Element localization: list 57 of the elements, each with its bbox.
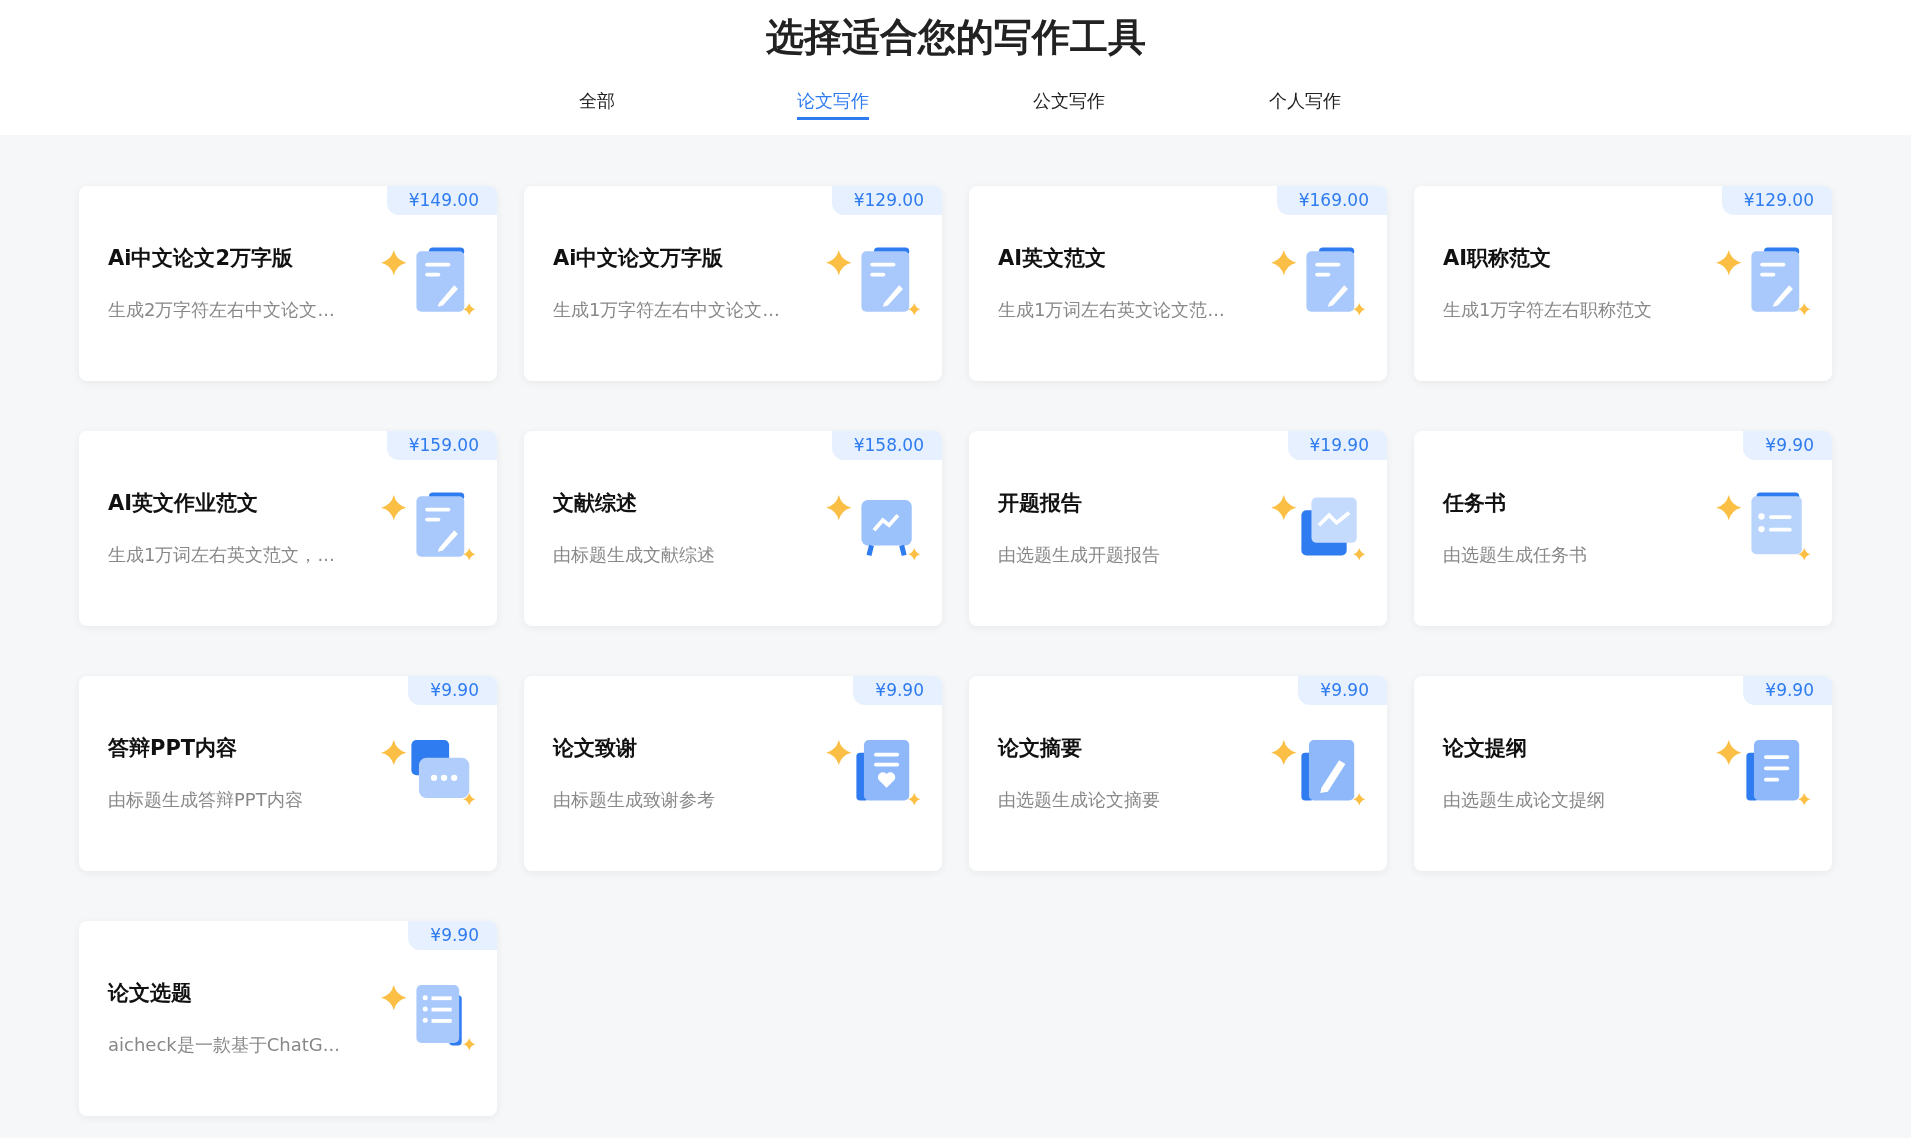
tool-card[interactable]: ¥9.90 任务书 由选题生成任务书 [1414, 431, 1832, 626]
tool-description: 生成2万字符左右中文论文... [108, 298, 336, 322]
price-tag: ¥9.90 [408, 921, 497, 950]
tool-description: 由选题生成论文提纲 [1443, 788, 1606, 812]
tool-description: 由选题生成任务书 [1443, 543, 1588, 567]
tool-name: Ai中文论文万字版 [553, 245, 725, 272]
tool-card[interactable]: ¥149.00 Ai中文论文2万字版 生成2万字符左右中文论文... [79, 186, 497, 381]
tool-description: 生成1万词左右英文论文范... [998, 298, 1226, 322]
tool-name: 开题报告 [998, 490, 1083, 517]
tool-card[interactable]: ¥158.00 文献综述 由标题生成文献综述 [524, 431, 942, 626]
price-tag: ¥9.90 [408, 676, 497, 705]
tool-description: 生成1万字符左右中文论文... [553, 298, 781, 322]
price-tag: ¥129.00 [831, 186, 942, 215]
price-tag: ¥129.00 [1721, 186, 1832, 215]
price-tag: ¥159.00 [386, 431, 497, 460]
tool-card[interactable]: ¥19.90 开题报告 由选题生成开题报告 [969, 431, 1387, 626]
tool-name: AI职称范文 [1443, 245, 1553, 272]
tool-name: AI英文作业范文 [108, 490, 260, 517]
price-tag: ¥9.90 [1298, 676, 1387, 705]
tool-card[interactable]: ¥9.90 论文致谢 由标题生成致谢参考 [524, 676, 942, 871]
price-tag: ¥169.00 [1276, 186, 1387, 215]
tool-name: Ai中文论文2万字版 [108, 245, 295, 272]
tool-name: 任务书 [1443, 490, 1507, 517]
tool-description: 由标题生成致谢参考 [553, 788, 716, 812]
tool-name: 答辩PPT内容 [108, 735, 239, 762]
tool-description: 由标题生成答辩PPT内容 [108, 788, 304, 812]
tool-description: 生成1万词左右英文范文，... [108, 543, 336, 567]
price-tag: ¥158.00 [831, 431, 942, 460]
tool-card[interactable]: ¥9.90 论文提纲 由选题生成论文提纲 [1414, 676, 1832, 871]
tool-card[interactable]: ¥159.00 AI英文作业范文 生成1万词左右英文范文，... [79, 431, 497, 626]
category-tab[interactable]: 全部 [478, 89, 715, 120]
tool-description: aicheck是一款基于ChatG... [108, 1033, 341, 1057]
tool-name: 论文选题 [108, 980, 193, 1007]
price-tag: ¥9.90 [853, 676, 942, 705]
tool-description: 由选题生成论文摘要 [998, 788, 1161, 812]
tool-description: 由选题生成开题报告 [998, 543, 1161, 567]
tool-card[interactable]: ¥9.90 论文摘要 由选题生成论文摘要 [969, 676, 1387, 871]
price-tag: ¥9.90 [1743, 676, 1832, 705]
tool-card[interactable]: ¥9.90 答辩PPT内容 由标题生成答辩PPT内容 [79, 676, 497, 871]
category-tab[interactable]: 个人写作 [1186, 89, 1423, 120]
tool-card[interactable]: ¥9.90 论文选题 aicheck是一款基于ChatG... [79, 921, 497, 1116]
tool-name: AI英文范文 [998, 245, 1108, 272]
tool-name: 论文致谢 [553, 735, 638, 762]
tool-name: 论文提纲 [1443, 735, 1528, 762]
tool-description: 由标题生成文献综述 [553, 543, 716, 567]
tool-card[interactable]: ¥129.00 Ai中文论文万字版 生成1万字符左右中文论文... [524, 186, 942, 381]
tool-description: 生成1万字符左右职称范文 [1443, 298, 1654, 322]
tool-card[interactable]: ¥129.00 AI职称范文 生成1万字符左右职称范文 [1414, 186, 1832, 381]
tool-card[interactable]: ¥169.00 AI英文范文 生成1万词左右英文论文范... [969, 186, 1387, 381]
tool-name: 文献综述 [553, 490, 638, 517]
page-title: 选择适合您的写作工具 [765, 14, 1146, 61]
category-tab[interactable]: 论文写作 [714, 89, 951, 120]
category-tab[interactable]: 公文写作 [950, 89, 1187, 120]
price-tag: ¥149.00 [386, 186, 497, 215]
tool-name: 论文摘要 [998, 735, 1083, 762]
price-tag: ¥19.90 [1287, 431, 1387, 460]
price-tag: ¥9.90 [1743, 431, 1832, 460]
